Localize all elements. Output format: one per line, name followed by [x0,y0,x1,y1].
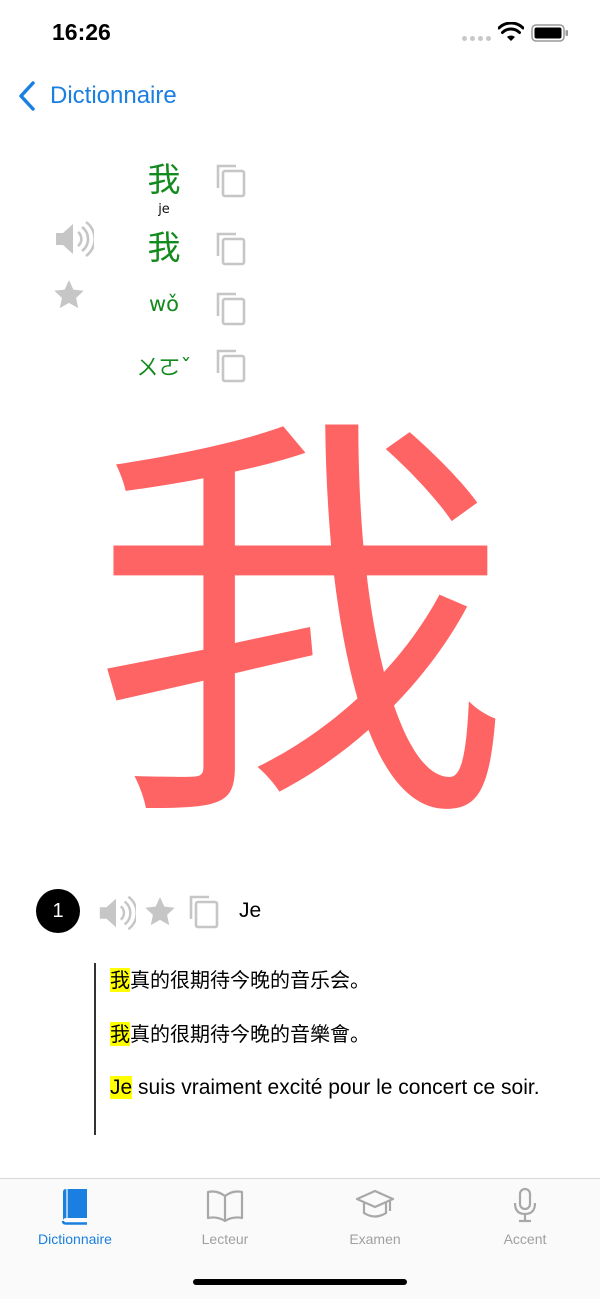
copy-zhuyin-icon[interactable] [214,347,248,383]
battery-icon [531,24,568,42]
tab-label: Dictionnaire [38,1231,112,1247]
example-highlight: 我 [110,1022,130,1046]
headword-zhuyin: ㄨㄛˇ [136,356,192,381]
chevron-left-icon [19,81,35,111]
sense-number-badge: 1 [36,889,80,933]
signal-dots-icon [462,36,491,41]
stroke-order-character[interactable]: 我 [60,400,540,860]
tab-label: Lecteur [201,1231,249,1247]
headword-traditional: 我 [147,228,181,267]
copy-traditional-icon[interactable] [214,230,248,266]
sense-gloss: Je [239,899,262,922]
status-time: 16:26 [52,19,111,45]
example-highlight: Je [110,1076,133,1099]
wifi-icon [498,22,524,41]
example-sentences: 我真的很期待今晚的音乐会。 我真的很期待今晚的音樂會。 Je suis vrai… [94,963,554,1135]
sense-star-icon[interactable] [143,895,177,929]
example-translation[interactable]: Je suis vraiment excité pour le concert … [110,1073,554,1103]
speaker-icon[interactable] [52,218,94,260]
tab-examen[interactable]: Examen [300,1187,450,1247]
star-icon[interactable] [52,278,86,312]
example-text: 真的很期待今晚的音樂會。 [130,1022,370,1046]
open-book-icon [206,1190,244,1223]
tab-dictionnaire[interactable]: Dictionnaire [0,1187,150,1247]
copy-simplified-icon[interactable] [214,162,248,198]
tab-lecteur[interactable]: Lecteur [150,1187,300,1247]
copy-pinyin-icon[interactable] [214,290,248,326]
back-label: Dictionnaire [50,82,177,109]
example-traditional[interactable]: 我真的很期待今晚的音樂會。 [110,1019,554,1049]
tab-label: Accent [503,1231,547,1247]
example-highlight: 我 [110,968,130,992]
book-icon [61,1189,87,1225]
headword-simplified: 我 [147,160,181,199]
example-simplified[interactable]: 我真的很期待今晚的音乐会。 [110,965,554,995]
home-indicator[interactable] [193,1279,407,1285]
example-text: 真的很期待今晚的音乐会。 [130,968,370,992]
headword-pinyin: wǒ [148,292,180,316]
tab-label: Examen [349,1231,401,1247]
sense-speaker-icon[interactable] [96,893,136,933]
stroke-character-glyph: 我 [90,385,510,874]
headword-gloss: je [158,202,170,217]
sense-copy-icon[interactable] [187,893,221,929]
tab-accent[interactable]: Accent [450,1187,600,1247]
example-text: suis vraiment excité pour le concert ce … [132,1076,540,1099]
graduation-cap-icon [355,1189,395,1218]
back-button[interactable]: Dictionnaire [16,80,177,112]
microphone-icon [513,1187,537,1223]
